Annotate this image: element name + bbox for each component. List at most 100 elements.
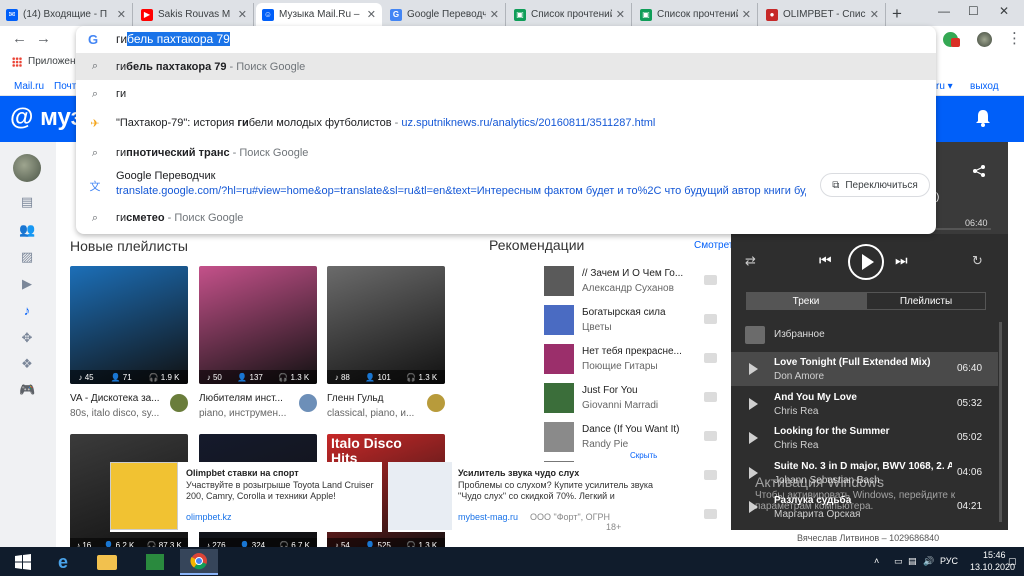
recommendation-track[interactable]: Just For YouGiovanni Marradi04:18 xyxy=(544,379,759,417)
battery-icon[interactable]: ▭ xyxy=(894,556,903,567)
maximize-icon[interactable]: ☐ xyxy=(968,4,979,18)
recommendation-track[interactable]: Богатырская силаЦветы03:53 xyxy=(544,301,759,339)
tab-5[interactable]: ▣ Список прочтений ✕ xyxy=(634,3,758,26)
games-icon[interactable]: 🎮 xyxy=(19,382,35,397)
playlist-name[interactable]: Любителям инст... xyxy=(199,393,299,404)
tab-tracks[interactable]: Треки xyxy=(746,292,866,310)
logout-link[interactable]: выход xyxy=(970,81,999,92)
chrome-taskbar-icon[interactable] xyxy=(180,549,218,575)
queue-track-artist[interactable]: Don Amore xyxy=(774,371,952,382)
tab-0[interactable]: ✉ (14) Входящие - П ✕ xyxy=(0,3,133,26)
start-button[interactable] xyxy=(4,549,42,575)
friends-icon[interactable]: 👥 xyxy=(19,222,35,237)
queue-track-artist[interactable]: Chris Rea xyxy=(774,406,952,417)
network-icon[interactable]: ▤ xyxy=(908,556,917,567)
queue-track[interactable]: Looking for the Summer Chris Rea 05:02 xyxy=(731,421,998,455)
news-feed-icon[interactable]: ▤ xyxy=(19,194,35,209)
bell-icon[interactable] xyxy=(972,107,994,129)
play-icon[interactable] xyxy=(749,397,758,410)
tray-arrow-icon[interactable]: ˄ xyxy=(874,556,879,566)
author-avatar[interactable] xyxy=(427,394,445,412)
queue-track[interactable]: Love Tonight (Full Extended Mix) Don Amor… xyxy=(731,352,998,386)
author-avatar[interactable] xyxy=(170,394,188,412)
minimize-icon[interactable]: — xyxy=(938,4,950,18)
new-tab-button[interactable]: + xyxy=(892,4,902,24)
previous-icon[interactable]: ⏮ xyxy=(819,252,832,269)
tab-close-icon[interactable]: ✕ xyxy=(870,8,879,21)
profile-avatar[interactable] xyxy=(977,32,992,47)
track-artist[interactable]: Randy Pie xyxy=(582,439,690,450)
track-artist[interactable]: Цветы xyxy=(582,322,690,333)
notifications-icon[interactable]: ▢ xyxy=(1008,556,1017,567)
tab-close-icon[interactable]: ✕ xyxy=(117,8,126,21)
portal-link-mail[interactable]: Почт xyxy=(54,81,76,92)
playlist-name[interactable]: Гленн Гульд xyxy=(327,393,427,404)
switch-tab-button[interactable]: ⧉ Переключиться xyxy=(820,173,930,197)
tab-playlists[interactable]: Плейлисты xyxy=(866,292,986,310)
recommendation-track[interactable]: Нет тебя прекрасне...Поющие Гитары03:11 xyxy=(544,340,759,378)
tab-close-icon[interactable]: ✕ xyxy=(490,8,499,21)
apps-shortcut[interactable]: Приложен xyxy=(12,56,76,67)
suggestion-row[interactable]: ⌕ ги xyxy=(76,80,936,108)
close-window-icon[interactable]: ✕ xyxy=(999,4,1009,18)
next-icon[interactable]: ⏭ xyxy=(895,252,908,269)
author-avatar[interactable] xyxy=(299,394,317,412)
groups-icon[interactable]: ❖ xyxy=(19,356,35,371)
play-pause-button[interactable] xyxy=(847,243,885,281)
volume-icon[interactable]: 🔊 xyxy=(923,556,934,567)
hide-link[interactable]: Скрыть xyxy=(630,451,657,460)
address-bar[interactable]: G гибель пахтакора 79 xyxy=(76,26,936,53)
music-icon[interactable]: ♪ xyxy=(19,303,35,318)
suggestion-row[interactable]: ⌕ гипнотический транс - Поиск Google xyxy=(76,138,936,168)
queue-track-artist[interactable]: Chris Rea xyxy=(774,440,952,451)
playlist-name[interactable]: VA - Дискотека за... xyxy=(70,393,170,404)
favorites-row[interactable]: Избранное xyxy=(731,322,998,348)
clock-time[interactable]: 15:46 xyxy=(983,550,1006,560)
forward-icon[interactable]: → xyxy=(36,30,51,47)
tab-4[interactable]: ▣ Список прочтений ✕ xyxy=(508,3,632,26)
play-icon[interactable] xyxy=(749,363,758,375)
extension-badge-icon[interactable] xyxy=(951,38,960,47)
suggestion-row[interactable]: ✈ "Пахтакор-79": история гибели молодых ф… xyxy=(76,108,936,138)
share-icon[interactable] xyxy=(972,164,986,178)
track-artist[interactable]: Александр Суханов xyxy=(582,283,690,294)
menu-icon[interactable]: ⋮ xyxy=(1007,29,1022,47)
tab-1[interactable]: ▶ Sakis Rouvas M ✕ xyxy=(135,3,254,26)
suggestion-row[interactable]: ⌕ гибель пахтакора 79 - Поиск Google xyxy=(76,53,936,80)
track-artist[interactable]: Поющие Гитары xyxy=(582,361,690,372)
tab-close-icon[interactable]: ✕ xyxy=(238,8,247,21)
suggestion-row[interactable]: ⌕ гисметео - Поиск Google xyxy=(76,204,936,232)
tab-close-icon[interactable]: ✕ xyxy=(367,8,376,21)
language-indicator[interactable]: РУС xyxy=(940,556,958,566)
ad-hearing[interactable]: Усилитель звука чудо слух Проблемы со сл… xyxy=(388,462,660,532)
tab-2[interactable]: ☺ Музыка Mail.Ru – ✕ xyxy=(256,3,382,26)
tab-close-icon[interactable]: ✕ xyxy=(616,8,625,21)
playlist-card[interactable]: ♪ 45 👤 71 🎧 1.9 K xyxy=(70,266,188,384)
queue-track[interactable]: And You My Love Chris Rea 05:32 xyxy=(731,387,998,421)
apps-icon[interactable]: ✥ xyxy=(19,330,35,345)
store-icon[interactable] xyxy=(136,549,174,575)
tab-3[interactable]: G Google Переводчик ✕ xyxy=(384,3,506,26)
stat-value: 🎧 1.3 K xyxy=(278,372,310,382)
ad-olimpbet[interactable]: Olimpbet ставки на спорт Участвуйте в ро… xyxy=(110,462,382,532)
user-avatar[interactable] xyxy=(13,154,41,182)
back-icon[interactable]: ← xyxy=(12,30,27,47)
repeat-icon[interactable]: ↻ xyxy=(972,253,983,269)
video-icon[interactable]: ▶ xyxy=(19,276,35,291)
user-menu-dropdown[interactable]: ru ▾ xyxy=(936,81,953,92)
suggestion-row[interactable]: 文 Google Переводчик translate.google.com/?… xyxy=(76,168,936,204)
track-artist[interactable]: Giovanni Marradi xyxy=(582,400,690,411)
track-cover xyxy=(544,266,574,296)
site-logo[interactable]: @ муз xyxy=(10,104,82,132)
shuffle-icon[interactable]: ⇄ xyxy=(745,253,756,269)
photos-icon[interactable]: ▨ xyxy=(19,249,35,264)
play-icon[interactable] xyxy=(749,432,758,444)
playlist-card[interactable]: ♪ 88 👤 101 🎧 1.3 K xyxy=(327,266,445,384)
tab-6[interactable]: ● OLIMPBET - Списо ✕ xyxy=(760,3,886,26)
tab-close-icon[interactable]: ✕ xyxy=(742,8,751,21)
recommendation-track[interactable]: // Зачем И О Чем Го...Александр Суханов0… xyxy=(544,262,759,300)
portal-link-mailru[interactable]: Mail.ru xyxy=(14,81,44,92)
internet-explorer-icon[interactable]: e xyxy=(44,549,82,575)
file-explorer-icon[interactable] xyxy=(88,549,126,575)
playlist-card[interactable]: ♪ 50 👤 137 🎧 1.3 K xyxy=(199,266,317,384)
